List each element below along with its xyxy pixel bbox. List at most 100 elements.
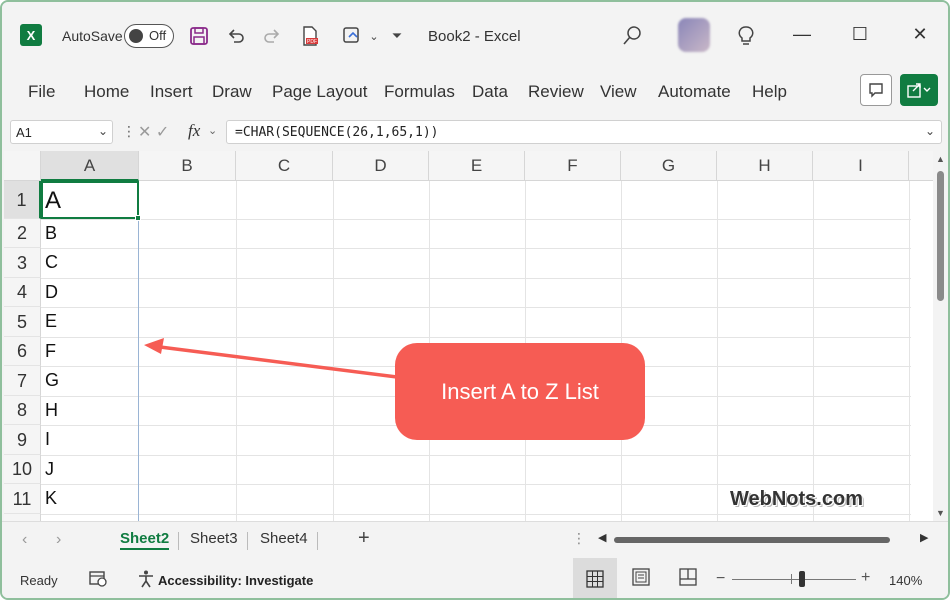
tab-insert[interactable]: Insert <box>150 82 193 102</box>
name-box[interactable]: A1 ⌄ <box>10 120 113 144</box>
column-header-a[interactable]: A <box>41 151 139 181</box>
column-header-g[interactable]: G <box>621 151 717 181</box>
sheet-tab-sheet2[interactable]: Sheet2 <box>120 530 170 550</box>
tab-formulas[interactable]: Formulas <box>384 82 455 102</box>
cell-a6[interactable]: F <box>45 341 56 362</box>
more-options-icon[interactable]: ⋮ <box>572 530 586 547</box>
row-header-6[interactable]: 6 <box>4 337 41 366</box>
pdf-icon[interactable]: PDF <box>298 24 322 48</box>
spill-range-border <box>138 219 139 521</box>
sheet-tab-sheet4[interactable]: Sheet4 <box>260 530 308 547</box>
macro-record-icon[interactable] <box>88 569 108 592</box>
more-options-icon[interactable]: ⋮ <box>122 123 136 140</box>
row-header-3[interactable]: 3 <box>4 248 41 278</box>
zoom-out-button[interactable]: − <box>716 570 725 588</box>
row-header-1[interactable]: 1 <box>4 181 41 219</box>
formula-input[interactable]: =CHAR(SEQUENCE(26,1,65,1)) ⌄ <box>226 120 942 144</box>
horizontal-scroll-thumb[interactable] <box>614 537 890 543</box>
tab-draw[interactable]: Draw <box>212 82 252 102</box>
row-header-2[interactable]: 2 <box>4 219 41 248</box>
accessibility-icon[interactable] <box>136 569 156 594</box>
search-icon[interactable] <box>620 24 644 48</box>
zoom-slider-track[interactable] <box>732 579 856 580</box>
column-header-i[interactable]: I <box>813 151 909 181</box>
page-layout-view-icon[interactable] <box>632 568 650 591</box>
sheet-prev-icon[interactable]: ‹ <box>22 531 27 549</box>
cell-a3[interactable]: C <box>45 252 58 273</box>
undo-icon[interactable] <box>224 24 248 48</box>
row-header-7[interactable]: 7 <box>4 366 41 396</box>
chevron-down-icon[interactable]: ⌄ <box>98 124 108 138</box>
row-header-partial[interactable] <box>4 514 41 521</box>
column-header-partial[interactable] <box>909 151 933 181</box>
minimize-icon[interactable]: — <box>790 24 814 45</box>
row-header-10[interactable]: 10 <box>4 455 41 484</box>
cell-a4[interactable]: D <box>45 282 58 303</box>
chevron-down-icon[interactable]: ⌄ <box>208 124 217 137</box>
zoom-slider-thumb[interactable] <box>799 571 805 587</box>
cell-a7[interactable]: G <box>45 370 59 391</box>
row-header-4[interactable]: 4 <box>4 278 41 307</box>
active-cell-a1[interactable] <box>41 181 141 221</box>
normal-view-button[interactable] <box>573 558 617 598</box>
tab-view[interactable]: View <box>600 82 637 102</box>
accessibility-status[interactable]: Accessibility: Investigate <box>158 573 313 588</box>
share-button[interactable] <box>900 74 938 106</box>
column-header-d[interactable]: D <box>333 151 429 181</box>
gridline <box>813 181 814 521</box>
tab-data[interactable]: Data <box>472 82 508 102</box>
fill-handle[interactable] <box>135 215 141 221</box>
scroll-right-icon[interactable]: ▶ <box>920 531 928 544</box>
cell-a9[interactable]: I <box>45 429 50 450</box>
maximize-icon[interactable]: ☐ <box>848 24 872 45</box>
gridline <box>41 248 911 249</box>
autosave-toggle[interactable]: Off <box>124 24 174 48</box>
redo-icon[interactable] <box>260 24 284 48</box>
tab-help[interactable]: Help <box>752 82 787 102</box>
select-all-corner[interactable] <box>4 151 41 181</box>
column-header-f[interactable]: F <box>525 151 621 181</box>
customize-toolbar-icon[interactable]: ⏷ <box>385 24 409 48</box>
cell-a8[interactable]: H <box>45 400 58 421</box>
touch-mode-icon[interactable] <box>340 24 364 48</box>
cell-a11[interactable]: K <box>45 488 57 509</box>
zoom-default-tick <box>791 574 792 584</box>
save-icon[interactable] <box>187 24 211 48</box>
close-icon[interactable]: ✕ <box>908 24 932 45</box>
lightbulb-icon[interactable] <box>734 24 758 48</box>
scroll-up-icon[interactable]: ▲ <box>936 154 945 164</box>
horizontal-scrollbar[interactable] <box>614 537 914 543</box>
add-sheet-button[interactable]: + <box>358 527 370 550</box>
tab-automate[interactable]: Automate <box>658 82 731 102</box>
page-break-view-icon[interactable] <box>679 568 697 591</box>
row-header-9[interactable]: 9 <box>4 425 41 455</box>
tab-file[interactable]: File <box>28 82 55 102</box>
cell-a5[interactable]: E <box>45 311 57 332</box>
zoom-in-button[interactable]: + <box>861 569 870 587</box>
row-header-11[interactable]: 11 <box>4 484 41 514</box>
expand-formula-icon[interactable]: ⌄ <box>925 124 935 138</box>
column-header-c[interactable]: C <box>236 151 333 181</box>
tab-home[interactable]: Home <box>84 82 129 102</box>
spreadsheet-grid[interactable]: A B C D E F G H I 1 2 3 4 5 6 7 8 9 10 1… <box>4 151 933 521</box>
row-header-5[interactable]: 5 <box>4 307 41 337</box>
cell-a2[interactable]: B <box>45 223 57 244</box>
zoom-level[interactable]: 140% <box>889 573 922 588</box>
insert-function-button[interactable]: fx <box>188 121 200 141</box>
comments-button[interactable] <box>860 74 892 106</box>
sheet-tab-sheet3[interactable]: Sheet3 <box>190 530 238 547</box>
cell-a10[interactable]: J <box>45 459 54 480</box>
column-header-b[interactable]: B <box>139 151 236 181</box>
sheet-next-icon[interactable]: › <box>56 531 61 549</box>
tab-page-layout[interactable]: Page Layout <box>272 82 367 102</box>
column-header-h[interactable]: H <box>717 151 813 181</box>
vertical-scroll-thumb[interactable] <box>937 171 944 301</box>
scroll-down-icon[interactable]: ▼ <box>936 508 945 518</box>
avatar[interactable] <box>678 18 710 52</box>
chevron-down-icon[interactable]: ⌄ <box>362 24 386 48</box>
scroll-left-icon[interactable]: ◀ <box>598 531 606 544</box>
tab-review[interactable]: Review <box>528 82 584 102</box>
vertical-scrollbar[interactable]: ▲ ▼ <box>933 151 948 521</box>
row-header-8[interactable]: 8 <box>4 396 41 425</box>
column-header-e[interactable]: E <box>429 151 525 181</box>
